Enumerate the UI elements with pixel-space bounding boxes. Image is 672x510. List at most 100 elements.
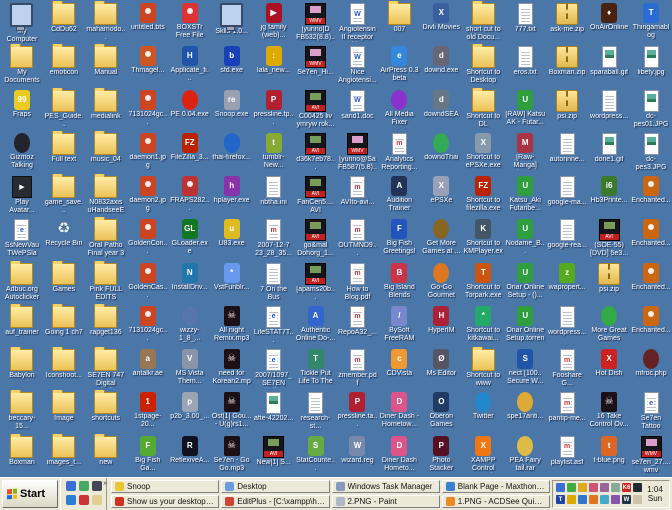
desktop-icon[interactable]: Going 1 ch7 <box>43 304 85 347</box>
desktop-icon[interactable]: My Documents <box>1 44 43 87</box>
taskbar-window-button[interactable]: EditPlus - [C:\xampp\htd... <box>221 495 329 508</box>
desktop-icon[interactable]: AVIFanCen5....AVI <box>295 174 337 217</box>
desktop-icon[interactable]: dc-pes3.JPG <box>630 131 672 174</box>
desktop-icon[interactable]: CdDu62 <box>43 1 85 44</box>
desktop-icon[interactable]: ☠16 Take Control Ov... <box>588 390 630 433</box>
desktop-icon[interactable]: bsfd.exe <box>211 44 253 87</box>
desktop-icon[interactable]: More Great Games <box>588 304 630 347</box>
desktop-icon[interactable]: FZShortcut to filezilla.exe <box>462 174 504 217</box>
desktop-icon[interactable]: :lala_new... <box>253 44 295 87</box>
desktop-icon[interactable]: GLGLoader.exe <box>169 217 211 260</box>
desktop-icon[interactable]: mfroc.php <box>630 347 672 390</box>
desktop-icon[interactable]: N0832axis uHandseeE <box>85 174 127 217</box>
desktop-icon[interactable]: eSe7en Tattoo English ver... <box>630 390 672 433</box>
desktop-icon[interactable]: AVIC00425 liv ymryw rok... <box>295 88 337 131</box>
desktop-icon[interactable]: reSnoop.exe <box>211 88 253 131</box>
desktop-icon[interactable]: wordpress... <box>588 88 630 131</box>
desktop-icon[interactable]: ☠All night Remix.mp3 <box>211 304 253 347</box>
desktop-icon[interactable]: Adbuc.org Autoclicker <box>1 261 43 304</box>
desktop-icon[interactable]: m2007-12-7 23_28_35... <box>253 217 295 260</box>
desktop-icon[interactable]: DDiner Dash - Hometow... <box>378 390 420 433</box>
desktop-icon[interactable]: TThingamablog <box>630 1 672 44</box>
desktop-icon[interactable]: AAudition Trainer <box>378 174 420 217</box>
desktop-icon[interactable]: ☠Ost[1] Gou... - U(g)rs1... <box>211 390 253 433</box>
tray-media-icon[interactable] <box>600 483 609 492</box>
desktop-icon[interactable]: Shortcut to Desktop <box>462 44 504 87</box>
desktop-icon[interactable]: Go-Go Gourmet <box>420 261 462 304</box>
tray-messenger-icon[interactable] <box>589 483 598 492</box>
desktop-icon[interactable]: dc-pes01.JPG <box>630 88 672 131</box>
desktop-icon[interactable]: Pink FULL EDITS <box>85 261 127 304</box>
desktop-icon[interactable]: Image <box>43 390 85 433</box>
desktop-icon[interactable]: All Media Fixer <box>378 88 420 131</box>
desktop-icon[interactable]: Twitter <box>462 390 504 433</box>
desktop-icon[interactable]: spe17anti... <box>504 390 546 433</box>
desktop-icon[interactable]: WAngiotensin II receptor bl... <box>337 1 379 44</box>
desktop-icon[interactable]: Wsand1.doc <box>337 88 379 131</box>
desktop-icon[interactable]: ☠need for Korean2.mp3 <box>211 347 253 390</box>
desktop-icon[interactable]: Full text <box>43 131 85 174</box>
taskbar-window-button[interactable]: Snoop <box>111 480 219 493</box>
desktop-icon[interactable]: WNice Angiotensi... <box>337 44 379 87</box>
launch-messenger-icon[interactable] <box>79 481 89 491</box>
launch-disk-icon[interactable] <box>92 481 102 491</box>
desktop-icon[interactable]: emoticon <box>43 44 85 87</box>
desktop-icon[interactable]: AVI(SOE-55) [DVD] 5e3... <box>588 217 630 260</box>
taskbar-window-button[interactable]: 2.PNG - Paint <box>332 495 440 508</box>
desktop-icon[interactable]: Babylon <box>1 347 43 390</box>
desktop-icon[interactable]: WMVse7en_27....wmv <box>630 434 672 477</box>
tray-network-icon[interactable] <box>611 483 620 492</box>
desktop-icon[interactable]: BBig Island Blends <box>378 261 420 304</box>
desktop-icon[interactable]: PEA Fairy tail.rar <box>504 434 546 477</box>
desktop-icon[interactable]: Boxman <box>1 434 43 477</box>
desktop-icon[interactable]: pp2b_3.00_... <box>169 390 211 433</box>
desktop-icon[interactable]: rapget136 <box>85 304 127 347</box>
desktop-icon[interactable]: Shortcut to DL <box>462 88 504 131</box>
desktop-icon[interactable]: ♦OnAirOnline <box>588 1 630 44</box>
desktop-icon[interactable]: game_save... <box>43 174 85 217</box>
desktop-icon[interactable]: zwapropert... <box>546 261 588 304</box>
start-button[interactable]: Start <box>2 480 58 508</box>
desktop-icon[interactable]: BOXSTr Free File Hostin... <box>169 1 211 44</box>
desktop-icon[interactable]: SStatCounte... <box>295 434 337 477</box>
tray-wizard-icon[interactable]: W <box>622 495 631 504</box>
desktop-icon[interactable]: google-ma... <box>546 174 588 217</box>
tray-volume-icon[interactable] <box>600 495 609 504</box>
desktop-icon[interactable]: i6Hb3Printe... <box>588 174 630 217</box>
desktop-icon[interactable]: PES_Guide... <box>43 88 85 131</box>
desktop-icon[interactable]: RReflexiveA... <box>169 434 211 477</box>
launch-browser-icon[interactable] <box>66 495 76 505</box>
desktop-icon[interactable]: VMS Vista Them... <box>169 347 211 390</box>
desktop-icon[interactable]: Shortcut to www <box>462 347 504 390</box>
desktop-icon[interactable]: nbtha.ini <box>253 174 295 217</box>
desktop-icon[interactable]: AVI[apams20b... <box>295 261 337 304</box>
desktop-icon[interactable]: HApplicate_fi... <box>169 44 211 87</box>
desktop-icon[interactable]: Games <box>43 261 85 304</box>
desktop-icon[interactable]: mOUTMND9... <box>337 217 379 260</box>
tray-chat-icon[interactable] <box>611 495 620 504</box>
desktop-icon[interactable]: Ppressline.ta... <box>337 390 379 433</box>
desktop-icon[interactable]: mHow to Blog.pdf <box>337 261 379 304</box>
desktop-icon[interactable]: cCDVista <box>378 347 420 390</box>
desktop-icon[interactable]: untitled.bts <box>127 1 169 44</box>
desktop-icon[interactable]: mFooshare G... <box>546 347 588 390</box>
desktop-icon[interactable]: UOnar Online Setup - ()... <box>504 261 546 304</box>
desktop-icon[interactable]: tt-blue.png <box>588 434 630 477</box>
desktop-icon[interactable]: XShortcut to ePSXe.exe <box>462 131 504 174</box>
desktop-icon[interactable]: FBig Fish Ga... <box>127 434 169 477</box>
taskbar-window-button[interactable]: Show us your desktop - ... <box>111 495 219 508</box>
desktop-icon[interactable]: AVIgo&mal Dohorg_1... <box>295 217 337 260</box>
desktop-icon[interactable]: WMV[yunno]D FB532(8.8)... <box>295 1 337 44</box>
desktop-icon[interactable]: AAuthentic Online Do-... <box>295 304 337 347</box>
desktop-icon[interactable]: Iconshoot... <box>43 347 85 390</box>
desktop-icon[interactable]: DDiner Dash Hometo... <box>378 434 420 477</box>
desktop-icon[interactable]: HHyperIM <box>420 304 462 347</box>
desktop-icon[interactable]: KShortcut to KMPlayer.exe <box>462 217 504 260</box>
desktop-icon[interactable]: Get More Games at ... <box>420 217 462 260</box>
quick-launch-overflow-chevron[interactable]: » <box>103 480 107 487</box>
desktop-icon[interactable]: medialink <box>85 88 127 131</box>
tray-flower-icon[interactable] <box>633 483 642 492</box>
desktop-icon[interactable]: mahamodo... <box>85 1 127 44</box>
desktop-icon[interactable]: WMVSe7en_Hi... <box>295 44 337 87</box>
desktop-icon[interactable]: images_t... <box>43 434 85 477</box>
